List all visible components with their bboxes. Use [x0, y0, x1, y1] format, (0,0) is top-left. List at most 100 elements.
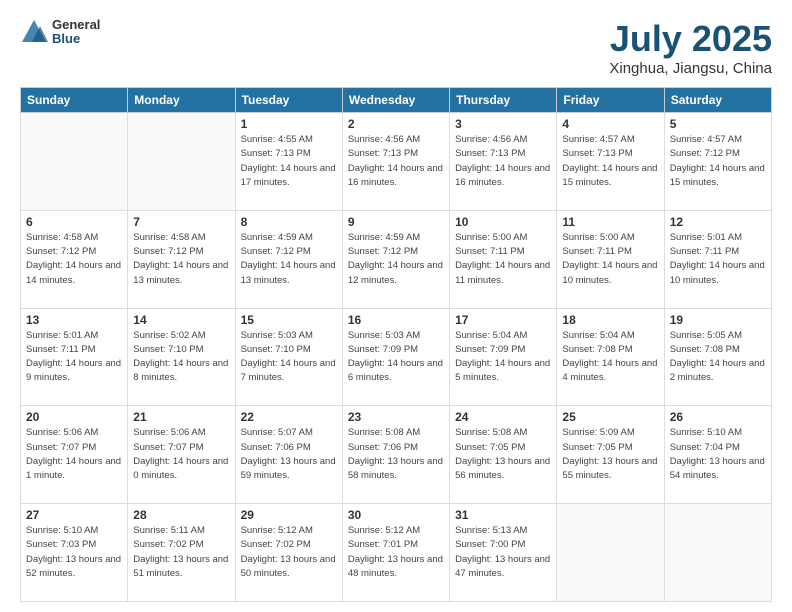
day-info: Sunrise: 5:07 AMSunset: 7:06 PMDaylight:… [241, 426, 337, 483]
day-cell: 19 Sunrise: 5:05 AMSunset: 7:08 PMDayligh… [664, 308, 771, 406]
title-area: July 2025 Xinghua, Jiangsu, China [609, 18, 772, 77]
day-cell: 29Sunrise: 5:12 AMSunset: 7:02 PMDayligh… [235, 504, 342, 602]
day-number: 8 [241, 215, 337, 229]
day-cell: 11 Sunrise: 5:00 AMSunset: 7:11 PMDayligh… [557, 210, 664, 308]
day-info: Sunrise: 5:09 AMSunset: 7:05 PMDaylight:… [562, 426, 658, 483]
week-row-5: 27 Sunrise: 5:10 AMSunset: 7:03 PMDayligh… [21, 504, 772, 602]
day-info: Sunrise: 4:55 AMSunset: 7:13 PMDaylight:… [241, 133, 337, 190]
week-row-1: 1 Sunrise: 4:55 AMSunset: 7:13 PMDaylight… [21, 113, 772, 211]
day-number: 10 [455, 215, 551, 229]
header-tuesday: Tuesday [235, 88, 342, 113]
day-info: Sunrise: 4:58 AMSunset: 7:12 PMDaylight:… [133, 231, 229, 288]
day-cell [664, 504, 771, 602]
day-cell: 9 Sunrise: 4:59 AMSunset: 7:12 PMDaylight… [342, 210, 449, 308]
day-cell: 21 Sunrise: 5:06 AMSunset: 7:07 PMDayligh… [128, 406, 235, 504]
day-info: Sunrise: 5:05 AMSunset: 7:08 PMDaylight:… [670, 329, 766, 386]
day-number: 27 [26, 508, 122, 522]
week-row-4: 20 Sunrise: 5:06 AMSunset: 7:07 PMDayligh… [21, 406, 772, 504]
day-cell: 23Sunrise: 5:08 AMSunset: 7:06 PMDayligh… [342, 406, 449, 504]
day-number: 4 [562, 117, 658, 131]
day-info: Sunrise: 4:59 AMSunset: 7:12 PMDaylight:… [241, 231, 337, 288]
day-info: Sunrise: 5:11 AMSunset: 7:02 PMDaylight:… [133, 524, 229, 581]
logo-general-text: General [52, 18, 100, 32]
day-info: Sunrise: 4:59 AMSunset: 7:12 PMDaylight:… [348, 231, 444, 288]
header-sunday: Sunday [21, 88, 128, 113]
day-info: Sunrise: 5:01 AMSunset: 7:11 PMDaylight:… [670, 231, 766, 288]
day-info: Sunrise: 5:12 AMSunset: 7:01 PMDaylight:… [348, 524, 444, 581]
header: General Blue July 2025 Xinghua, Jiangsu,… [20, 18, 772, 77]
day-cell: 2 Sunrise: 4:56 AMSunset: 7:13 PMDaylight… [342, 113, 449, 211]
calendar-table: Sunday Monday Tuesday Wednesday Thursday… [20, 87, 772, 602]
day-info: Sunrise: 5:08 AMSunset: 7:05 PMDaylight:… [455, 426, 551, 483]
day-number: 24 [455, 410, 551, 424]
day-number: 12 [670, 215, 766, 229]
day-number: 11 [562, 215, 658, 229]
day-number: 14 [133, 313, 229, 327]
day-info: Sunrise: 5:04 AMSunset: 7:09 PMDaylight:… [455, 329, 551, 386]
day-cell: 12 Sunrise: 5:01 AMSunset: 7:11 PMDayligh… [664, 210, 771, 308]
day-info: Sunrise: 4:56 AMSunset: 7:13 PMDaylight:… [455, 133, 551, 190]
day-cell [128, 113, 235, 211]
day-cell: 7 Sunrise: 4:58 AMSunset: 7:12 PMDaylight… [128, 210, 235, 308]
day-number: 2 [348, 117, 444, 131]
day-cell: 26Sunrise: 5:10 AMSunset: 7:04 PMDayligh… [664, 406, 771, 504]
day-cell: 4 Sunrise: 4:57 AMSunset: 7:13 PMDaylight… [557, 113, 664, 211]
day-number: 21 [133, 410, 229, 424]
day-number: 9 [348, 215, 444, 229]
week-row-2: 6 Sunrise: 4:58 AMSunset: 7:12 PMDaylight… [21, 210, 772, 308]
day-info: Sunrise: 5:00 AMSunset: 7:11 PMDaylight:… [455, 231, 551, 288]
day-number: 5 [670, 117, 766, 131]
day-info: Sunrise: 5:06 AMSunset: 7:07 PMDaylight:… [26, 426, 122, 483]
day-number: 25 [562, 410, 658, 424]
day-info: Sunrise: 4:57 AMSunset: 7:13 PMDaylight:… [562, 133, 658, 190]
day-number: 3 [455, 117, 551, 131]
day-info: Sunrise: 5:10 AMSunset: 7:03 PMDaylight:… [26, 524, 122, 581]
day-info: Sunrise: 5:03 AMSunset: 7:09 PMDaylight:… [348, 329, 444, 386]
day-number: 19 [670, 313, 766, 327]
day-cell [21, 113, 128, 211]
day-cell: 22Sunrise: 5:07 AMSunset: 7:06 PMDayligh… [235, 406, 342, 504]
page: General Blue July 2025 Xinghua, Jiangsu,… [0, 0, 792, 612]
day-cell: 24 Sunrise: 5:08 AMSunset: 7:05 PMDayligh… [450, 406, 557, 504]
logo: General Blue [20, 18, 100, 47]
day-number: 7 [133, 215, 229, 229]
weekday-header-row: Sunday Monday Tuesday Wednesday Thursday… [21, 88, 772, 113]
day-info: Sunrise: 5:08 AMSunset: 7:06 PMDaylight:… [348, 426, 444, 483]
location-subtitle: Xinghua, Jiangsu, China [609, 60, 772, 77]
day-cell: 1 Sunrise: 4:55 AMSunset: 7:13 PMDaylight… [235, 113, 342, 211]
day-number: 6 [26, 215, 122, 229]
week-row-3: 13Sunrise: 5:01 AMSunset: 7:11 PMDayligh… [21, 308, 772, 406]
day-number: 20 [26, 410, 122, 424]
day-cell: 27 Sunrise: 5:10 AMSunset: 7:03 PMDayligh… [21, 504, 128, 602]
day-number: 31 [455, 508, 551, 522]
day-cell: 8 Sunrise: 4:59 AMSunset: 7:12 PMDaylight… [235, 210, 342, 308]
day-number: 29 [241, 508, 337, 522]
day-cell: 25 Sunrise: 5:09 AMSunset: 7:05 PMDayligh… [557, 406, 664, 504]
day-info: Sunrise: 5:03 AMSunset: 7:10 PMDaylight:… [241, 329, 337, 386]
day-cell: 5 Sunrise: 4:57 AMSunset: 7:12 PMDaylight… [664, 113, 771, 211]
day-number: 15 [241, 313, 337, 327]
day-info: Sunrise: 5:13 AMSunset: 7:00 PMDaylight:… [455, 524, 551, 581]
day-cell: 20 Sunrise: 5:06 AMSunset: 7:07 PMDayligh… [21, 406, 128, 504]
day-cell: 14 Sunrise: 5:02 AMSunset: 7:10 PMDayligh… [128, 308, 235, 406]
day-info: Sunrise: 5:02 AMSunset: 7:10 PMDaylight:… [133, 329, 229, 386]
day-cell: 30 Sunrise: 5:12 AMSunset: 7:01 PMDayligh… [342, 504, 449, 602]
day-cell: 13Sunrise: 5:01 AMSunset: 7:11 PMDayligh… [21, 308, 128, 406]
day-number: 26 [670, 410, 766, 424]
day-info: Sunrise: 4:56 AMSunset: 7:13 PMDaylight:… [348, 133, 444, 190]
day-cell: 15 Sunrise: 5:03 AMSunset: 7:10 PMDayligh… [235, 308, 342, 406]
day-cell: 31 Sunrise: 5:13 AMSunset: 7:00 PMDayligh… [450, 504, 557, 602]
day-number: 17 [455, 313, 551, 327]
day-number: 1 [241, 117, 337, 131]
day-info: Sunrise: 4:58 AMSunset: 7:12 PMDaylight:… [26, 231, 122, 288]
day-cell [557, 504, 664, 602]
header-monday: Monday [128, 88, 235, 113]
day-cell: 28 Sunrise: 5:11 AMSunset: 7:02 PMDayligh… [128, 504, 235, 602]
day-number: 30 [348, 508, 444, 522]
day-info: Sunrise: 5:00 AMSunset: 7:11 PMDaylight:… [562, 231, 658, 288]
day-number: 13 [26, 313, 122, 327]
day-info: Sunrise: 5:06 AMSunset: 7:07 PMDaylight:… [133, 426, 229, 483]
logo-text: General Blue [52, 18, 100, 47]
day-number: 28 [133, 508, 229, 522]
day-info: Sunrise: 4:57 AMSunset: 7:12 PMDaylight:… [670, 133, 766, 190]
